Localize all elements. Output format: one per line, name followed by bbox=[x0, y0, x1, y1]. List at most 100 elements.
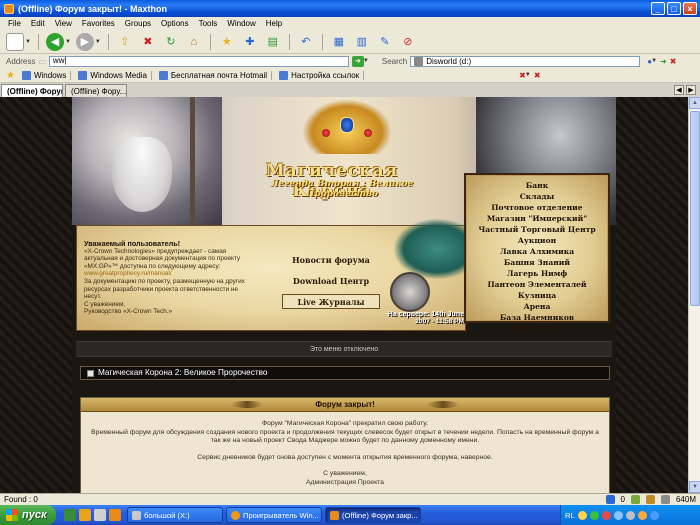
menu-groups[interactable]: Groups bbox=[125, 19, 151, 28]
minimize-button[interactable]: _ bbox=[651, 2, 665, 15]
menu-bank[interactable]: Банк bbox=[466, 180, 608, 191]
link-windows[interactable]: Windows bbox=[18, 70, 72, 80]
scroll-thumb[interactable] bbox=[690, 111, 700, 306]
chevron-down-icon[interactable]: ▼ bbox=[651, 58, 657, 64]
sidebar-icon[interactable]: ▥ bbox=[353, 33, 371, 51]
menu-alchemist[interactable]: Лавка Алхимика bbox=[466, 246, 608, 257]
menu-mercenary-base[interactable]: База Наемников bbox=[466, 312, 608, 323]
tab-next-icon[interactable]: ▶ bbox=[686, 85, 696, 95]
explorer-icon[interactable] bbox=[79, 509, 91, 521]
menu-view[interactable]: View bbox=[55, 19, 72, 28]
chevron-down-icon[interactable]: ▼ bbox=[525, 72, 531, 78]
menu-bar: File Edit View Favorites Groups Options … bbox=[0, 17, 700, 30]
clear-search-icon[interactable]: ✖ bbox=[670, 57, 677, 66]
up-folder-icon[interactable]: ⇧ bbox=[116, 33, 134, 51]
download-link[interactable]: Download Центр bbox=[276, 270, 386, 291]
forward-icon[interactable]: ▶ bbox=[75, 32, 94, 51]
network-icon[interactable] bbox=[605, 495, 615, 504]
close-button[interactable]: × bbox=[683, 2, 697, 15]
menu-file[interactable]: File bbox=[8, 19, 21, 28]
tab-forum[interactable]: (Offline) Фору... bbox=[65, 84, 127, 97]
desktop-icon[interactable] bbox=[64, 509, 76, 521]
menu-edit[interactable]: Edit bbox=[31, 19, 45, 28]
live-journal-link[interactable]: Live Журналы bbox=[282, 294, 380, 309]
tab-prev-icon[interactable]: ◀ bbox=[674, 85, 684, 95]
scroll-down-icon[interactable]: ▼ bbox=[689, 481, 700, 493]
tray-icon[interactable] bbox=[589, 510, 599, 520]
back-icon[interactable]: ◀ bbox=[45, 32, 64, 51]
tray-icon[interactable] bbox=[613, 510, 623, 520]
menu-pantheon[interactable]: Пантеон Элементалей bbox=[466, 279, 608, 290]
close-all-icon[interactable]: ✖ bbox=[534, 71, 541, 80]
menu-warehouses[interactable]: Склады bbox=[466, 191, 608, 202]
forum-closed-title: Форум закрыт! bbox=[315, 400, 375, 409]
groups-icon[interactable]: ▤ bbox=[264, 33, 282, 51]
chevron-down-icon[interactable]: ▼ bbox=[25, 39, 31, 45]
window-title-bar[interactable]: (Offline) Форум закрыт! - Maxthon _ □ × bbox=[0, 0, 700, 17]
menu-tools[interactable]: Tools bbox=[199, 19, 218, 28]
menu-imperial-shop[interactable]: Магазин "Имперский" bbox=[466, 213, 608, 224]
menu-magistrate[interactable]: Магистрат bbox=[466, 323, 608, 334]
task-label: (Offline) Форум закр... bbox=[342, 510, 418, 520]
volume-icon[interactable] bbox=[649, 510, 659, 520]
server-label: На сервере: bbox=[387, 311, 430, 318]
link-customize[interactable]: Настройка ссылок bbox=[275, 70, 365, 80]
link-hotmail[interactable]: Бесплатная почта Hotmail bbox=[155, 70, 273, 80]
menu-trade-center[interactable]: Частный Торговый Центр bbox=[466, 224, 608, 235]
news-link[interactable]: Новости форума bbox=[276, 249, 386, 270]
favorites-star-icon[interactable]: ★ bbox=[218, 33, 236, 51]
menu-help[interactable]: Help bbox=[266, 19, 282, 28]
refresh-icon[interactable]: ↻ bbox=[162, 33, 180, 51]
warning-heading: Уважаемый пользователь! bbox=[84, 239, 181, 248]
start-button[interactable]: пуск bbox=[0, 505, 56, 525]
vertical-scrollbar[interactable]: ▲ ▼ bbox=[688, 97, 700, 493]
new-page-icon[interactable] bbox=[6, 32, 24, 51]
tray-icon[interactable] bbox=[577, 510, 587, 520]
maxthon-icon[interactable] bbox=[109, 509, 121, 521]
favorites-star-icon[interactable]: ★ bbox=[6, 70, 15, 81]
chevron-down-icon[interactable]: ▼ bbox=[95, 39, 101, 45]
language-indicator[interactable]: RL bbox=[565, 511, 575, 520]
layout-icon[interactable]: ▦ bbox=[330, 33, 348, 51]
search-go-icon[interactable]: ➜ bbox=[660, 57, 667, 66]
search-input[interactable]: Disworld (d:) bbox=[410, 55, 641, 67]
stop-icon[interactable]: ✖ bbox=[139, 33, 157, 51]
block-popup-icon[interactable]: ⊘ bbox=[399, 33, 417, 51]
menu-options[interactable]: Options bbox=[161, 19, 189, 28]
download-icon[interactable] bbox=[645, 495, 655, 504]
task-media-player[interactable]: Проигрыватель Win... bbox=[226, 507, 322, 523]
edit-icon[interactable]: ✎ bbox=[376, 33, 394, 51]
menu-nymph-camp[interactable]: Лагерь Нимф bbox=[466, 268, 608, 279]
tab-forum-closed[interactable]: (Offline) Форум з... bbox=[1, 84, 63, 97]
menu-tower-of-knowledge[interactable]: Башня Знаний bbox=[466, 257, 608, 268]
manual-link[interactable]: www.greatprophecy.ru/manual/ bbox=[84, 270, 254, 278]
chevron-down-icon[interactable]: ▼ bbox=[65, 39, 71, 45]
menu-auction[interactable]: Аукцион bbox=[466, 235, 608, 246]
tray-icon[interactable] bbox=[625, 510, 635, 520]
menu-forge[interactable]: Кузница bbox=[466, 290, 608, 301]
scroll-up-icon[interactable]: ▲ bbox=[689, 97, 700, 109]
menu-post-office[interactable]: Почтовое отделение bbox=[466, 202, 608, 213]
menu-favorites[interactable]: Favorites bbox=[82, 19, 115, 28]
forum-title-bar[interactable]: Магическая Корона 2: Великое Пророчество bbox=[80, 366, 610, 380]
add-favorite-icon[interactable]: ✚ bbox=[241, 33, 259, 51]
task-drive[interactable]: большой (X:) bbox=[127, 507, 223, 523]
menu-window[interactable]: Window bbox=[227, 19, 255, 28]
maximize-button[interactable]: □ bbox=[667, 2, 681, 15]
tray-icon[interactable] bbox=[601, 510, 611, 520]
menu-arena[interactable]: Арена bbox=[466, 301, 608, 312]
tray-icon[interactable] bbox=[637, 510, 647, 520]
address-bar: Address ▭ ww| ➜ ▼ Search Disworld (d:) ●… bbox=[0, 54, 700, 68]
undo-icon[interactable]: ↶ bbox=[297, 33, 315, 51]
links-bar: ★ Windows Windows Media Бесплатная почта… bbox=[0, 68, 700, 83]
toolbar-separator bbox=[209, 33, 211, 50]
home-icon[interactable]: ⌂ bbox=[185, 33, 203, 51]
page-icon[interactable] bbox=[630, 495, 640, 504]
forum-closed-box: Форум закрыт! Форум "Магическая Корона" … bbox=[80, 397, 610, 493]
task-browser[interactable]: (Offline) Форум закр... bbox=[325, 507, 421, 523]
link-windows-media[interactable]: Windows Media bbox=[74, 70, 152, 80]
media-icon[interactable] bbox=[94, 509, 106, 521]
address-input[interactable]: ww| bbox=[48, 55, 349, 67]
chevron-down-icon[interactable]: ▼ bbox=[363, 58, 369, 64]
settings-icon[interactable] bbox=[660, 495, 670, 504]
